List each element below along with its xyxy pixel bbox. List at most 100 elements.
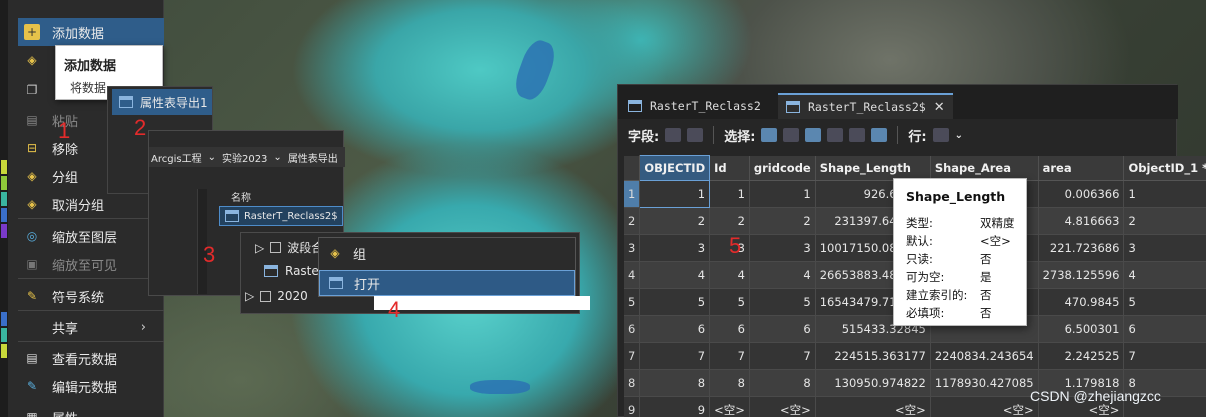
column-header[interactable]: ObjectID_1 * <box>1123 155 1206 181</box>
table-cell[interactable]: 6 <box>1123 315 1206 343</box>
export-table-item[interactable]: 属性表导出1 <box>112 89 212 115</box>
select-by-attributes-icon[interactable] <box>761 128 778 142</box>
column-header[interactable]: Shape_Length <box>815 155 931 181</box>
toc-layer-raster[interactable]: Raste <box>263 263 319 279</box>
table-cell[interactable]: 470.9845 <box>1038 288 1125 316</box>
table-cell[interactable]: 8 <box>749 369 816 397</box>
table-cell[interactable]: 8 <box>709 369 750 397</box>
delete-selection-icon[interactable] <box>849 128 866 142</box>
table-cell[interactable]: <空> <box>749 396 816 417</box>
menu-item-zoom-visible[interactable]: ▣ 缩放至可见 <box>18 250 164 278</box>
table-cell[interactable]: 0.006366 <box>1038 180 1125 208</box>
catalog-item-selected[interactable]: RasterT_Reclass2$ <box>219 206 343 226</box>
tab-rastert-reclass2[interactable]: RasterT_Reclass2 <box>620 93 769 119</box>
close-icon[interactable]: ✕ <box>934 100 945 115</box>
table-cell[interactable]: 5 <box>1123 288 1206 316</box>
row-number-cell[interactable]: 7 <box>624 342 641 370</box>
table-cell[interactable]: 4 <box>749 261 816 289</box>
layer-checkbox[interactable] <box>270 242 282 253</box>
table-cell[interactable]: 3 <box>639 234 711 262</box>
table-cell[interactable]: 221.723686 <box>1038 234 1125 262</box>
table-cell[interactable]: 130950.974822 <box>815 369 931 397</box>
table-cell[interactable]: 7 <box>1123 342 1206 370</box>
table-cell[interactable]: 2 <box>709 207 750 235</box>
row-number-cell[interactable]: 1 <box>624 180 641 208</box>
table-cell[interactable]: 1 <box>639 180 711 208</box>
menu-item-group[interactable]: ◈ 组 <box>319 240 575 266</box>
table-cell[interactable]: 1 <box>709 180 750 208</box>
breadcrumb-item[interactable]: 实验2023 <box>222 150 267 165</box>
table-cell[interactable]: 6.500301 <box>1038 315 1125 343</box>
table-cell[interactable]: <空> <box>709 396 750 417</box>
table-cell[interactable]: 5 <box>709 288 750 316</box>
table-cell[interactable]: 4.816663 <box>1038 207 1125 235</box>
menu-item-share[interactable]: 共享 › <box>18 313 164 341</box>
add-field-icon[interactable] <box>665 128 682 142</box>
menu-item-symbology[interactable]: ✎ 符号系统 <box>18 282 164 310</box>
menu-item-edit-metadata[interactable]: ✎ 编辑元数据 <box>18 372 164 400</box>
row-number-cell[interactable]: 9 <box>624 396 641 417</box>
table-cell[interactable]: 2 <box>639 207 711 235</box>
table-cell[interactable]: <空> <box>930 396 1039 417</box>
zoom-to-selection-icon[interactable] <box>783 128 800 142</box>
menu-item-open[interactable]: 打开 <box>319 270 575 296</box>
table-cell[interactable]: 3 <box>1123 234 1206 262</box>
table-cell[interactable]: 2 <box>1123 207 1206 235</box>
copy-selection-icon[interactable] <box>871 128 888 142</box>
row-number-cell[interactable]: 6 <box>624 315 641 343</box>
table-cell[interactable]: 7 <box>639 342 711 370</box>
column-header[interactable]: Id <box>709 155 750 181</box>
menu-item-add-data[interactable]: + 添加数据 <box>18 18 164 46</box>
table-cell[interactable]: 7 <box>749 342 816 370</box>
table-cell[interactable]: 9 <box>639 396 711 417</box>
column-header-name[interactable]: 名称 <box>231 189 251 204</box>
breadcrumb-item[interactable]: Arcgis工程 <box>151 150 202 165</box>
table-cell[interactable]: 6 <box>749 315 816 343</box>
menu-item-properties[interactable]: ▦ 属性 <box>18 403 164 417</box>
breadcrumb-item[interactable]: 属性表导出 <box>288 150 338 165</box>
table-cell[interactable]: 6 <box>709 315 750 343</box>
table-cell[interactable]: <空> <box>815 396 931 417</box>
column-header[interactable]: Shape_Area <box>930 155 1039 181</box>
chevron-down-icon[interactable]: ⌄ <box>955 130 963 141</box>
tab-bar: RasterT_Reclass2 RasterT_Reclass2$ ✕ <box>618 85 1178 119</box>
menu-item-view-metadata[interactable]: ▤ 查看元数据 <box>18 344 164 372</box>
clear-selection-icon[interactable] <box>827 128 844 142</box>
table-cell[interactable]: 2.242525 <box>1038 342 1125 370</box>
tab-rastert-reclass2-dollar[interactable]: RasterT_Reclass2$ ✕ <box>778 93 953 119</box>
table-cell[interactable]: 7 <box>709 342 750 370</box>
toc-layer-band[interactable]: ▷ 波段合 <box>255 239 323 256</box>
table-cell[interactable]: 2 <box>749 207 816 235</box>
table-cell[interactable]: 5 <box>749 288 816 316</box>
row-number-cell[interactable]: 2 <box>624 207 641 235</box>
switch-selection-icon[interactable] <box>805 128 822 142</box>
column-header[interactable]: gridcode <box>749 155 816 181</box>
calculate-field-icon[interactable] <box>687 128 704 142</box>
table-cell[interactable]: 1178930.427085 <box>930 369 1039 397</box>
table-cell[interactable]: 4 <box>639 261 711 289</box>
table-cell[interactable]: 3 <box>749 234 816 262</box>
table-cell[interactable]: 1 <box>749 180 816 208</box>
menu-item-zoom-layer[interactable]: ◎ 缩放至图层 <box>18 222 164 250</box>
table-cell[interactable]: 2240834.243654 <box>930 342 1039 370</box>
layer-checkbox[interactable] <box>260 290 272 302</box>
toc-layer-2020[interactable]: ▷ 2020 <box>245 289 308 303</box>
column-header[interactable]: OBJECTID <box>639 155 711 181</box>
table-cell[interactable]: 6 <box>639 315 711 343</box>
table-cell[interactable]: 5 <box>639 288 711 316</box>
row-number-cell[interactable]: 3 <box>624 234 641 262</box>
table-cell[interactable]: 1 <box>1123 180 1206 208</box>
table-row[interactable]: 7 7 7 7 224515.363177 2240834.243654 2.242525 7 <box>624 342 1206 370</box>
table-cell[interactable]: 4 <box>1123 261 1206 289</box>
rows-menu-icon[interactable] <box>932 128 949 142</box>
table-cell[interactable]: 4 <box>709 261 750 289</box>
row-header-corner[interactable] <box>624 155 641 181</box>
row-number-cell[interactable]: 8 <box>624 369 641 397</box>
menu-item-ungroup[interactable]: ◈ 取消分组 <box>18 190 164 218</box>
table-cell[interactable]: 8 <box>639 369 711 397</box>
table-cell[interactable]: 224515.363177 <box>815 342 931 370</box>
row-number-cell[interactable]: 5 <box>624 288 641 316</box>
row-number-cell[interactable]: 4 <box>624 261 641 289</box>
table-cell[interactable]: 2738.125596 <box>1038 261 1125 289</box>
column-header[interactable]: area <box>1038 155 1125 181</box>
